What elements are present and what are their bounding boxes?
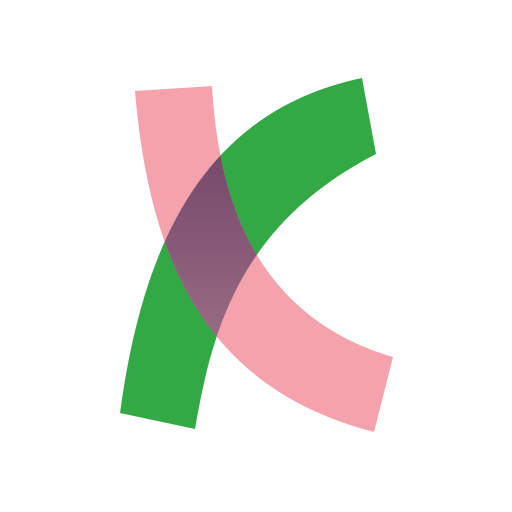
k-letter-logo-icon	[120, 78, 393, 432]
logo-canvas	[0, 0, 512, 512]
